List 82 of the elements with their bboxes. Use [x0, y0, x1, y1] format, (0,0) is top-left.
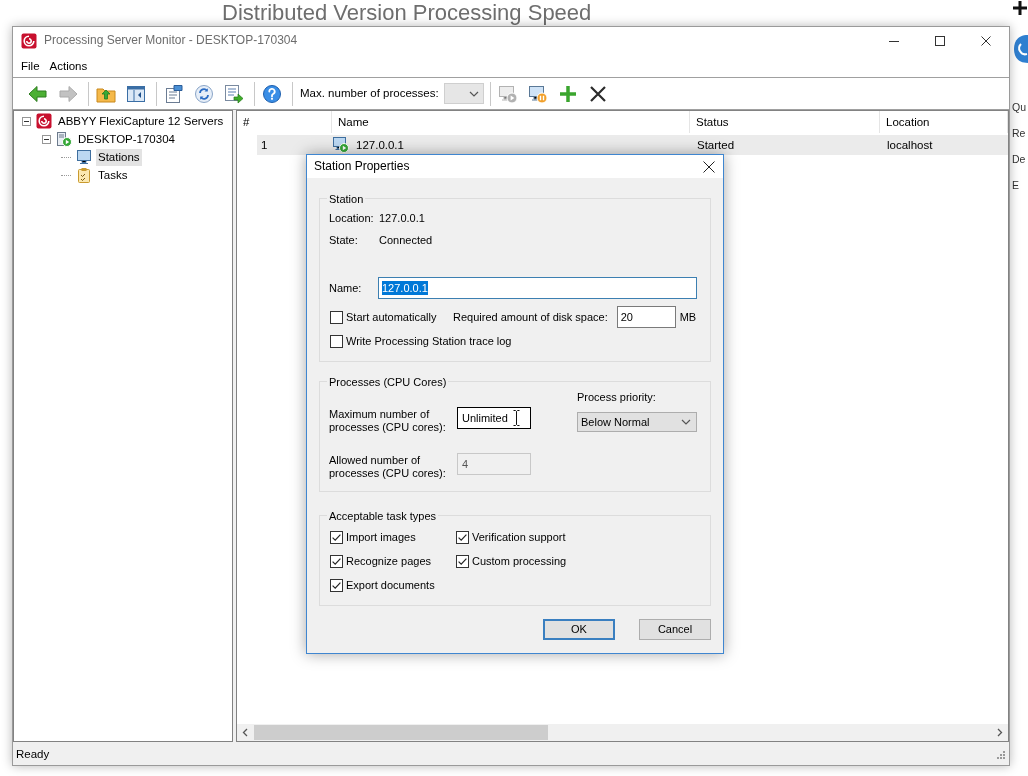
field-label: Process priority: [577, 390, 657, 404]
page-heading: Distributed Version Processing Speed [222, 0, 592, 26]
name-field[interactable]: 127.0.0.1 [378, 277, 697, 299]
toolbar-label: Max. number of processes: [300, 86, 439, 101]
document-icon[interactable] [164, 83, 184, 104]
column-header[interactable]: # [237, 111, 332, 133]
scrollbar-thumb[interactable] [254, 725, 548, 740]
chevron-down-icon [681, 419, 691, 425]
dialog-title: Station Properties [314, 158, 410, 175]
logo-icon [36, 113, 52, 129]
checkbox-label[interactable]: Write Processing Station trace log [346, 333, 512, 349]
table-row[interactable]: 1 127.0.0.1 Started localhost [257, 135, 1008, 155]
checkbox[interactable] [330, 578, 343, 592]
field-label: Maximum number of processes (CPU cores): [329, 407, 447, 434]
close-icon[interactable] [981, 36, 991, 46]
checkbox-label[interactable]: Start automatically [346, 309, 437, 325]
help-icon[interactable] [262, 83, 282, 104]
refresh-icon[interactable] [194, 83, 214, 104]
window-title: Processing Server Monitor - DESKTOP-170304 [44, 33, 298, 49]
monitor-icon [76, 149, 92, 165]
table-cell-text: Started [696, 137, 736, 153]
checkbox-label[interactable]: Verification support [472, 529, 566, 545]
chevron-down-icon [468, 90, 479, 97]
monitor-pause-icon[interactable] [527, 83, 548, 104]
maximize-icon[interactable] [935, 36, 945, 46]
unit-label: MB [679, 309, 697, 325]
cross-icon[interactable] [587, 83, 608, 104]
column-header[interactable]: Name [332, 111, 690, 133]
monitor-play-icon [333, 137, 349, 153]
round-icon [1012, 35, 1028, 63]
checkbox-label[interactable]: Recognize pages [346, 553, 431, 569]
field-value: Connected [379, 232, 433, 248]
table-cell: 127.0.0.1 [356, 137, 404, 153]
list-arrow-icon[interactable] [224, 83, 244, 104]
cut-off-label: Re [1012, 126, 1027, 140]
checkbox[interactable] [330, 334, 343, 348]
clipboard-icon [76, 167, 92, 183]
checkbox-label[interactable]: Custom processing [472, 553, 567, 569]
dialog-button[interactable]: Cancel [639, 619, 711, 640]
checkbox[interactable] [330, 554, 343, 568]
plus-icon [1013, 1, 1027, 15]
tree-item[interactable]: ABBYY FlexiCapture 12 Servers [56, 112, 226, 130]
tree-item[interactable]: Stations [96, 148, 142, 166]
field-label: Name: [329, 280, 363, 296]
menu-item[interactable]: Actions [44, 56, 93, 76]
cut-off-label: E [1012, 178, 1020, 192]
table-cell-text: 1 [260, 137, 269, 153]
checkbox-label[interactable]: Import images [346, 529, 416, 545]
table-cell-text: localhost [886, 137, 934, 153]
menu-item[interactable]: File [16, 56, 45, 76]
checkbox[interactable] [456, 530, 469, 544]
text-cursor-icon [513, 410, 520, 426]
close-icon[interactable] [703, 160, 715, 173]
column-header[interactable]: Location [880, 111, 1008, 133]
logo-icon [21, 33, 37, 49]
plus-icon[interactable] [557, 83, 578, 104]
field-label: Required amount of disk space: [453, 309, 608, 325]
field-label: Location: [329, 210, 375, 226]
disk-space-field[interactable]: 20 [616, 306, 676, 328]
checkbox-label[interactable]: Export documents [346, 577, 435, 593]
panel-icon[interactable] [126, 83, 146, 104]
checkbox[interactable] [330, 530, 343, 544]
max-processes-field[interactable]: Unlimited [457, 407, 531, 429]
resize-grip-icon[interactable] [995, 749, 1005, 759]
arrow-left-icon[interactable] [28, 83, 48, 104]
field-label: State: [329, 232, 359, 248]
cut-off-label: Qu [1012, 100, 1027, 114]
column-header[interactable]: Status [690, 111, 880, 133]
checkbox[interactable] [456, 554, 469, 568]
collapse-icon[interactable] [21, 116, 31, 126]
field-label: Allowed number of processes (CPU cores): [329, 453, 447, 480]
collapse-icon[interactable] [41, 134, 51, 144]
tree-item[interactable]: Tasks [96, 166, 130, 184]
field-value: 127.0.0.1 [379, 210, 425, 226]
cut-off-label: De [1012, 152, 1027, 166]
server-icon [56, 131, 72, 147]
checkbox[interactable] [330, 310, 343, 324]
horizontal-scrollbar[interactable] [237, 724, 1008, 741]
tree-item[interactable]: DESKTOP-170304 [76, 130, 177, 148]
priority-select[interactable]: Below Normal [577, 412, 697, 432]
status-text: Ready [16, 746, 50, 762]
dialog-button[interactable]: OK [543, 619, 615, 640]
